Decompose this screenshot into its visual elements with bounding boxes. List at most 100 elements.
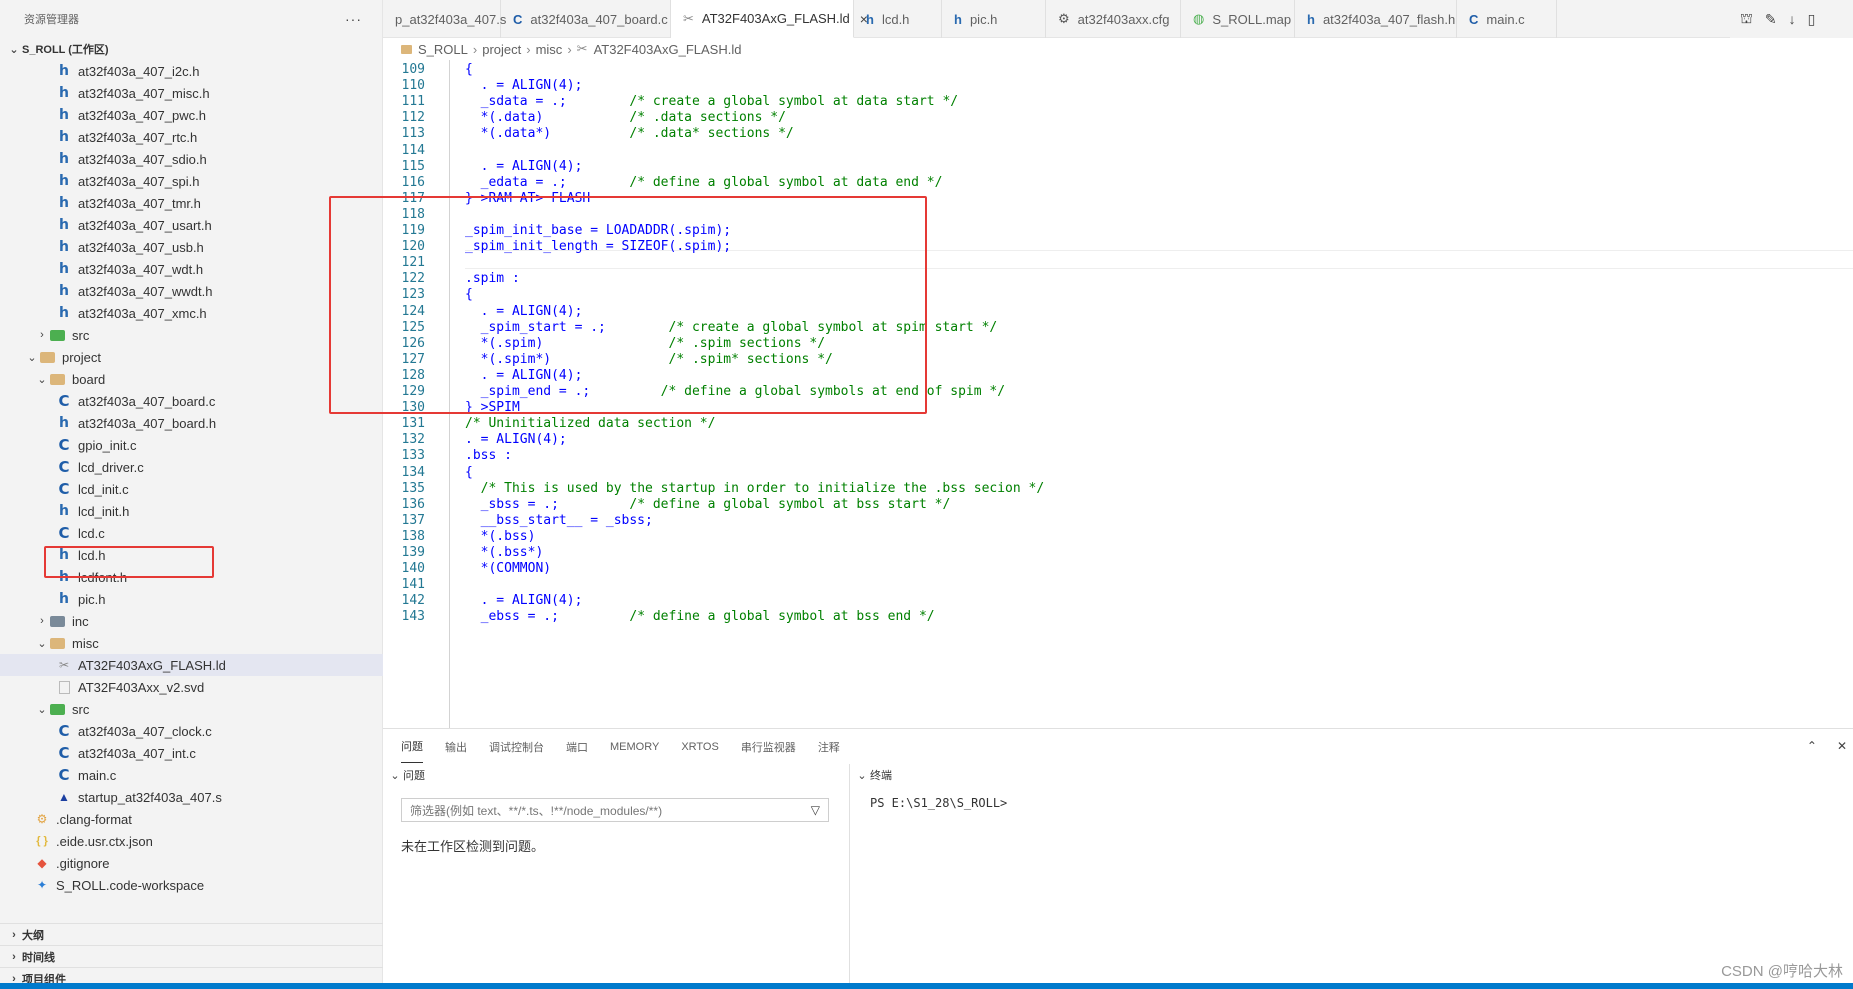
editor-tabs: p_at32f403a_407.s Cat32f403a_407_board.c ✂… xyxy=(383,0,1853,38)
file-item[interactable]: h at32f403a_407_wdt.h xyxy=(0,258,383,280)
tab-label: main.c xyxy=(1486,11,1525,27)
editor-tab[interactable]: h at32f403a_407_flash.h xyxy=(1295,0,1457,38)
file-item[interactable]: h at32f403a_407_usart.h xyxy=(0,214,383,236)
file-item[interactable]: h at32f403a_407_wwdt.h xyxy=(0,280,383,302)
folder-item[interactable]: ⌄ project xyxy=(0,346,383,368)
tree-item-label: S_ROLL.code-workspace xyxy=(56,877,205,893)
problems-filter-input[interactable]: 筛选器(例如 text、**/*.ts、!**/node_modules/**)… xyxy=(401,798,829,822)
editor-tab[interactable]: ◍ S_ROLL.map xyxy=(1181,0,1295,38)
file-item[interactable]: Cat32f403a_407_int.c xyxy=(0,742,383,764)
panel-tab[interactable]: 端口 xyxy=(566,731,588,763)
tree-item-label: at32f403a_407_usart.h xyxy=(78,217,212,233)
editor-tab[interactable]: Cmain.c xyxy=(1457,0,1557,38)
panel-tab[interactable]: 输出 xyxy=(445,731,467,763)
file-item[interactable]: ▲ startup_at32f403a_407.s xyxy=(0,786,383,808)
filter-icon[interactable]: ▽ xyxy=(811,803,820,817)
editor-tab[interactable]: h pic.h xyxy=(942,0,1046,38)
file-icon xyxy=(59,680,70,694)
workspace-root[interactable]: ⌄ S_ROLL (工作区) xyxy=(0,38,382,60)
terminal-prompt[interactable]: PS E:\S1_28\S_ROLL> xyxy=(870,796,1007,810)
editor-tab[interactable]: Cat32f403a_407_board.c xyxy=(501,0,671,38)
file-item[interactable]: AT32F403Axx_v2.svd xyxy=(0,676,383,698)
chevron-down-icon: ⌄ xyxy=(9,43,19,56)
breadcrumb-item[interactable]: project xyxy=(482,42,521,57)
outline-section[interactable]: › 大纲 xyxy=(0,923,383,945)
folder-item[interactable]: ⌄ src xyxy=(0,698,383,720)
file-item[interactable]: h pic.h xyxy=(0,588,383,610)
file-item[interactable]: h at32f403a_407_rtc.h xyxy=(0,126,383,148)
file-item[interactable]: h at32f403a_407_spi.h xyxy=(0,170,383,192)
file-item[interactable]: Cat32f403a_407_clock.c xyxy=(0,720,383,742)
file-item[interactable]: ✂ AT32F403AxG_FLASH.ld xyxy=(0,654,383,676)
file-item[interactable]: h at32f403a_407_tmr.h xyxy=(0,192,383,214)
terminal-header[interactable]: ⌄ 终端 xyxy=(850,764,1853,786)
folder-item[interactable]: ⌄ board xyxy=(0,368,383,390)
file-item[interactable]: h at32f403a_407_misc.h xyxy=(0,82,383,104)
editor-tab[interactable]: ✂ AT32F403AxG_FLASH.ld × xyxy=(671,0,868,38)
breadcrumb-item[interactable]: S_ROLL xyxy=(418,42,468,57)
linker-file-icon: ✂ xyxy=(58,658,70,672)
file-item[interactable]: h at32f403a_407_xmc.h xyxy=(0,302,383,324)
problems-header[interactable]: ⌄ 问题 xyxy=(383,764,849,786)
download-icon[interactable]: ↓ xyxy=(1789,11,1796,27)
folder-item[interactable]: › inc xyxy=(0,610,383,632)
tab-label: at32f403axx.cfg xyxy=(1077,11,1170,27)
file-item[interactable]: Clcd.c xyxy=(0,522,383,544)
file-item[interactable]: ◆ .gitignore xyxy=(0,852,383,874)
header-file-icon: h xyxy=(59,283,69,299)
breadcrumb-item[interactable]: AT32F403AxG_FLASH.ld xyxy=(594,42,742,57)
breadcrumb-item[interactable]: misc xyxy=(536,42,563,57)
panel-tab[interactable]: 问题 xyxy=(401,730,423,763)
chevron-right-icon: › xyxy=(40,329,44,341)
more-actions-icon[interactable]: ··· xyxy=(345,11,362,27)
header-file-icon: h xyxy=(59,415,69,431)
folder-item[interactable]: › src xyxy=(0,324,383,346)
file-item[interactable]: h lcd_init.h xyxy=(0,500,383,522)
file-item[interactable]: h at32f403a_407_pwc.h xyxy=(0,104,383,126)
watermark: CSDN @哼哈大林 xyxy=(1721,963,1843,980)
file-item[interactable]: ⚙ .clang-format xyxy=(0,808,383,830)
clean-icon[interactable]: ✎ xyxy=(1765,11,1777,28)
file-item[interactable]: Clcd_init.c xyxy=(0,478,383,500)
tree-item-label: AT32F403AxG_FLASH.ld xyxy=(78,657,226,673)
editor-tab[interactable]: ⚙ at32f403axx.cfg xyxy=(1046,0,1181,38)
file-item[interactable]: h at32f403a_407_sdio.h xyxy=(0,148,383,170)
folder-item[interactable]: ⌄ misc xyxy=(0,632,383,654)
file-item[interactable]: Cgpio_init.c xyxy=(0,434,383,456)
filter-placeholder: 筛选器(例如 text、**/*.ts、!**/node_modules/**) xyxy=(410,803,663,818)
close-panel-icon[interactable]: ✕ xyxy=(1837,739,1847,753)
problems-pane: ⌄ 问题 筛选器(例如 text、**/*.ts、!**/node_module… xyxy=(383,764,850,984)
header-file-icon: h xyxy=(1307,11,1315,27)
editor-tab[interactable]: h lcd.h xyxy=(854,0,942,38)
status-bar xyxy=(0,983,1853,989)
folder-icon xyxy=(50,703,65,715)
build-icon[interactable]: ⛫ xyxy=(1740,10,1753,29)
assembly-file-icon: ▲ xyxy=(58,790,70,804)
file-item[interactable]: ✦ S_ROLL.code-workspace xyxy=(0,874,383,896)
editor-actions: ⛫ ✎ ↓ ▯ xyxy=(1730,0,1853,38)
file-item[interactable]: Cmain.c xyxy=(0,764,383,786)
editor-tab[interactable]: p_at32f403a_407.s xyxy=(383,0,506,38)
tree-item-label: .eide.usr.ctx.json xyxy=(56,833,153,849)
timeline-section[interactable]: › 时间线 xyxy=(0,945,383,967)
panel-tab[interactable]: 注释 xyxy=(818,731,840,763)
maximize-panel-icon[interactable]: ⌃ xyxy=(1807,739,1817,753)
line-number: 133 xyxy=(401,448,425,464)
file-item[interactable]: h at32f403a_407_board.h xyxy=(0,412,383,434)
folder-icon xyxy=(50,329,65,341)
tree-item-label: at32f403a_407_int.c xyxy=(78,745,196,761)
line-number: 116 xyxy=(401,174,425,190)
file-item[interactable]: Clcd_driver.c xyxy=(0,456,383,478)
panel-tab[interactable]: XRTOS xyxy=(681,733,719,761)
file-item[interactable]: h at32f403a_407_i2c.h xyxy=(0,60,383,82)
panel-tab[interactable]: 串行监视器 xyxy=(741,731,796,763)
file-item[interactable]: { } .eide.usr.ctx.json xyxy=(0,830,383,852)
tree-item-label: lcd_init.h xyxy=(78,503,130,519)
file-item[interactable]: Cat32f403a_407_board.c xyxy=(0,390,383,412)
c-file-icon: C xyxy=(58,744,70,762)
panel-tab[interactable]: MEMORY xyxy=(610,733,659,761)
panel-tab[interactable]: 调试控制台 xyxy=(489,731,544,763)
file-item[interactable]: h at32f403a_407_usb.h xyxy=(0,236,383,258)
split-editor-icon[interactable]: ▯ xyxy=(1808,11,1816,28)
code-text: /* This is used by the startup in order … xyxy=(480,480,1045,496)
